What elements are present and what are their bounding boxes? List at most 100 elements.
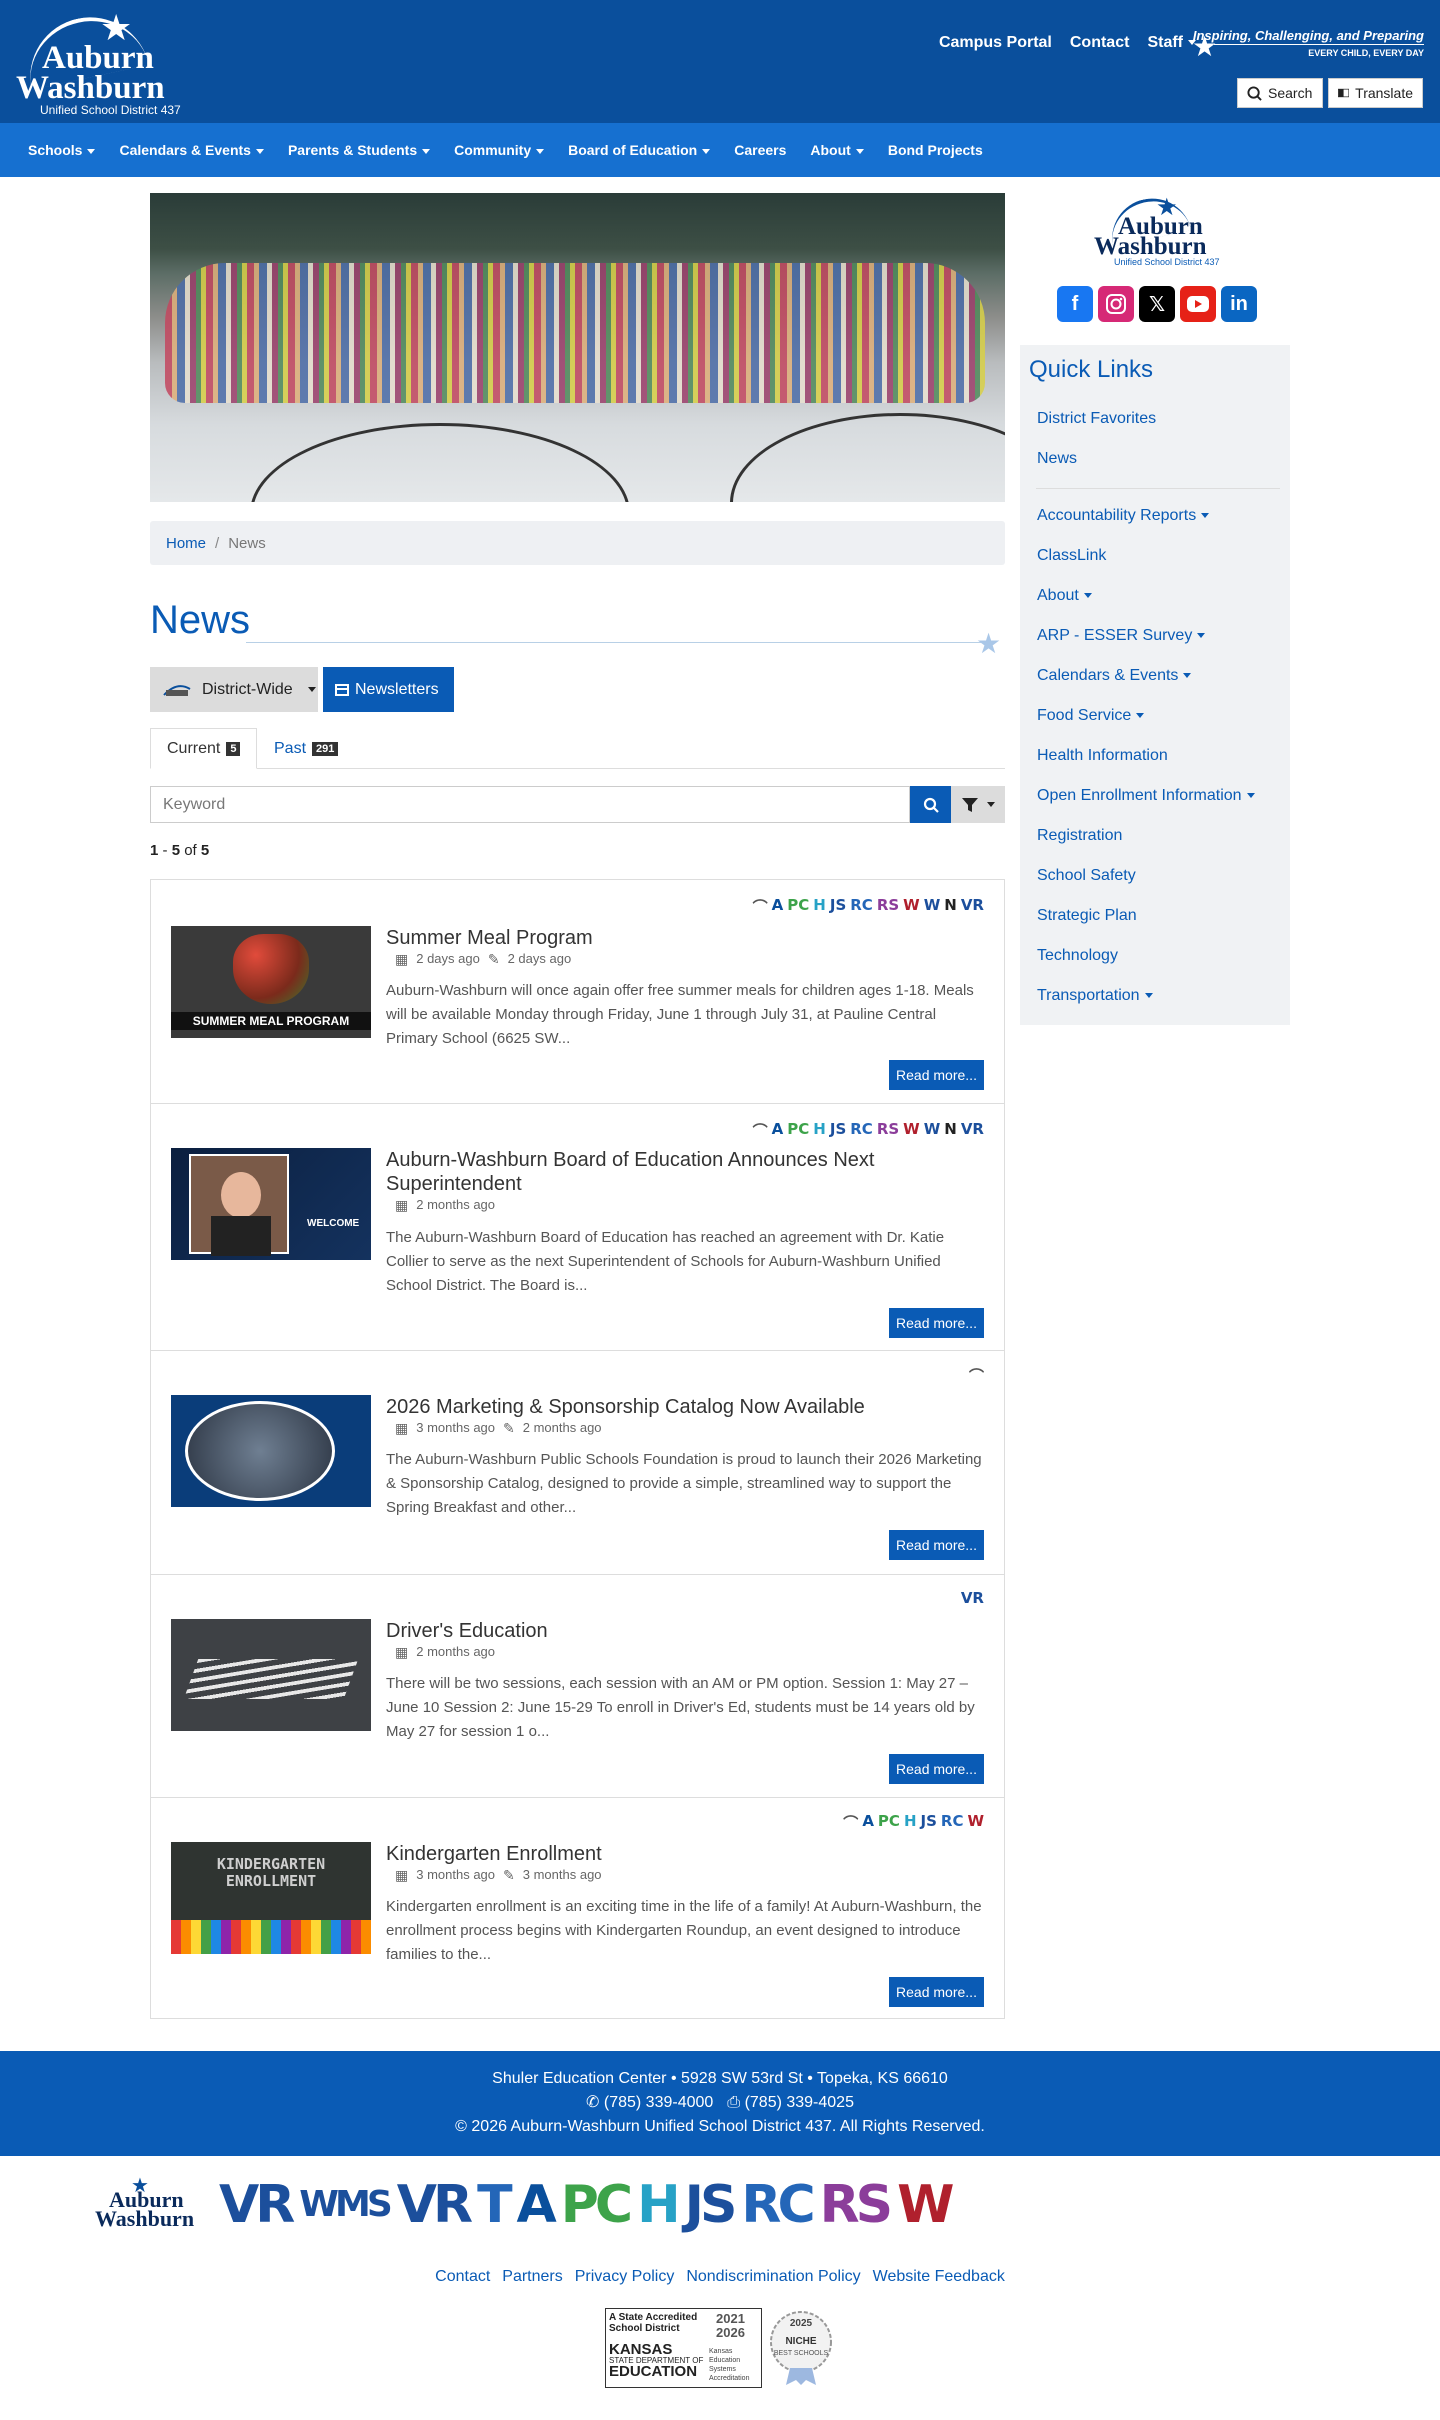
school-logo-a[interactable]: A [517,2175,557,2235]
tab-current[interactable]: Current 5 [150,728,258,769]
article-title[interactable]: Kindergarten Enrollment [386,1842,956,1866]
school-logo-rc[interactable]: RC [741,2175,815,2235]
school-logo-icon: W [903,896,920,914]
article-thumbnail[interactable] [171,1619,371,1731]
school-logo-rs[interactable]: RS [820,2175,893,2235]
read-more-button[interactable]: Read more... [889,1308,984,1338]
article-thumbnail[interactable]: WELCOME [171,1148,371,1260]
read-more-button[interactable]: Read more... [889,1060,984,1090]
school-logo-h[interactable]: H [637,2175,680,2235]
quick-link-open-enrollment[interactable]: Open Enrollment Information [1037,787,1255,805]
nav-careers[interactable]: Careers [734,142,786,158]
sidebar-logo[interactable]: ★ Auburn Washburn Unified School Distric… [1090,191,1220,268]
quick-link-strategic-plan[interactable]: Strategic Plan [1037,907,1137,925]
quick-link-technology[interactable]: Technology [1037,947,1118,965]
campus-portal-link[interactable]: Campus Portal [939,34,1052,52]
district-logo[interactable]: ★ Auburn Washburn Unified School Distric… [16,6,191,117]
quick-link-accountability[interactable]: Accountability Reports [1037,507,1210,525]
translate-button[interactable]: Translate [1328,78,1423,108]
article-thumbnail[interactable]: KINDERGARTEN ENROLLMENT [171,1842,371,1954]
school-logo-pc[interactable]: PC [561,2175,633,2235]
keyword-input[interactable]: Keyword [150,786,910,823]
caret-down-icon [1136,713,1145,719]
article-title[interactable]: Summer Meal Program [386,926,956,950]
school-logo-t[interactable]: T [477,2175,513,2235]
facebook-icon[interactable]: f [1057,286,1093,322]
article-title[interactable]: Driver's Education [386,1619,956,1643]
quick-link-calendars[interactable]: Calendars & Events [1037,667,1192,685]
news-item: ⌒ A PC H JS RC W KINDERGARTEN ENROLLMENT Kinde… [151,1798,1004,2020]
footer-link-partners[interactable]: Partners [502,2268,562,2286]
school-logo-wrn[interactable]: VR [397,2175,473,2235]
article-meta: ▦ 2 days ago ✎ 2 days ago [395,951,571,966]
keyword-search-button[interactable] [910,786,951,823]
quick-link-food-service[interactable]: Food Service [1037,707,1145,725]
staff-menu[interactable]: Staff [1147,34,1196,52]
top-links: Campus Portal Contact Staff [939,34,1196,52]
quick-link-registration[interactable]: Registration [1037,827,1122,845]
nav-board[interactable]: Board of Education [568,142,711,158]
x-twitter-icon[interactable]: 𝕏 [1139,286,1175,322]
search-button[interactable]: Search [1237,78,1323,108]
district-logo[interactable]: ★ Auburn Washburn [95,2173,211,2237]
school-logo-js[interactable]: JS [685,2175,738,2235]
school-logo-w[interactable]: W [897,2175,954,2235]
quick-link-esser[interactable]: ARP - ESSER Survey [1037,627,1206,645]
instagram-icon[interactable] [1098,286,1134,322]
article-thumbnail[interactable]: SUMMER MEAL PROGRAM [171,926,371,1038]
breadcrumb-home[interactable]: Home [166,535,206,552]
nav-about[interactable]: About [810,142,864,158]
nav-bond-projects[interactable]: Bond Projects [888,142,983,158]
youtube-icon[interactable] [1180,286,1216,322]
quick-links-title: Quick Links [1029,356,1154,383]
phone-link[interactable]: ✆ (785) 339-4000 [586,2091,713,2115]
tab-past[interactable]: Past 291 [258,728,354,769]
quick-link-district-favorites[interactable]: District Favorites [1037,410,1156,428]
school-logo-vr[interactable]: VR [219,2175,295,2235]
thumb-caption: WELCOME [307,1218,360,1229]
school-logos-row: ★ Auburn Washburn VR WMS VR T A PC H JS … [95,2168,1345,2242]
caret-down-icon [1144,993,1153,999]
contact-link[interactable]: Contact [1070,34,1130,52]
article-title[interactable]: Auburn-Washburn Board of Education Annou… [386,1148,956,1196]
read-more-button[interactable]: Read more... [889,1530,984,1560]
calendar-icon: ▦ [395,1643,409,1660]
school-logo-icon: A [771,896,784,914]
nav-calendars[interactable]: Calendars & Events [119,142,264,158]
caret-down-icon [422,148,431,154]
article-title[interactable]: 2026 Marketing & Sponsorship Catalog Now… [386,1395,956,1419]
quick-link-health[interactable]: Health Information [1037,747,1168,765]
quick-link-about[interactable]: About [1037,587,1092,605]
filter-button[interactable] [951,786,1005,823]
read-more-button[interactable]: Read more... [889,1977,984,2007]
newsletters-button[interactable]: Newsletters [323,667,454,712]
school-logo-wms[interactable]: WMS [299,2175,392,2235]
footer-link-contact[interactable]: Contact [435,2268,490,2286]
quick-link-school-safety[interactable]: School Safety [1037,867,1136,885]
newsletters-label: Newsletters [355,680,439,698]
newsletter-icon [335,683,349,696]
article-excerpt: Kindergarten enrollment is an exciting t… [386,1898,982,1963]
read-more-button[interactable]: Read more... [889,1754,984,1784]
niche-badge[interactable]: 2025 NICHE BEST SCHOOLS [768,2310,834,2386]
district-filter-dropdown[interactable]: District-Wide [150,667,318,712]
quick-link-transportation[interactable]: Transportation [1037,987,1153,1005]
nav-parents-students[interactable]: Parents & Students [288,142,431,158]
caret-down-icon [702,148,711,154]
nav-community[interactable]: Community [454,142,545,158]
footer-link-privacy[interactable]: Privacy Policy [575,2268,675,2286]
fax-link[interactable]: ⎙ (785) 339-4025 [727,2091,854,2115]
hero-photo [150,193,1005,502]
quick-link-news[interactable]: News [1037,450,1077,468]
linkedin-icon[interactable]: in [1221,286,1257,322]
thumb-caption: KINDERGARTEN ENROLLMENT [216,1855,326,1890]
calendar-icon: ▦ [395,1419,409,1436]
footer-link-nondiscrimination[interactable]: Nondiscrimination Policy [686,2268,860,2286]
article-thumbnail[interactable] [171,1395,371,1507]
translate-icon [1338,88,1350,98]
footer-link-feedback[interactable]: Website Feedback [873,2268,1005,2286]
kesa-accreditation-badge[interactable]: A State Accredited School District 2021 … [605,2308,762,2388]
accred-kesa: Kansas Education Systems Accreditation [709,2348,750,2382]
quick-link-classlink[interactable]: ClassLink [1037,547,1106,565]
nav-schools[interactable]: Schools [28,142,96,158]
